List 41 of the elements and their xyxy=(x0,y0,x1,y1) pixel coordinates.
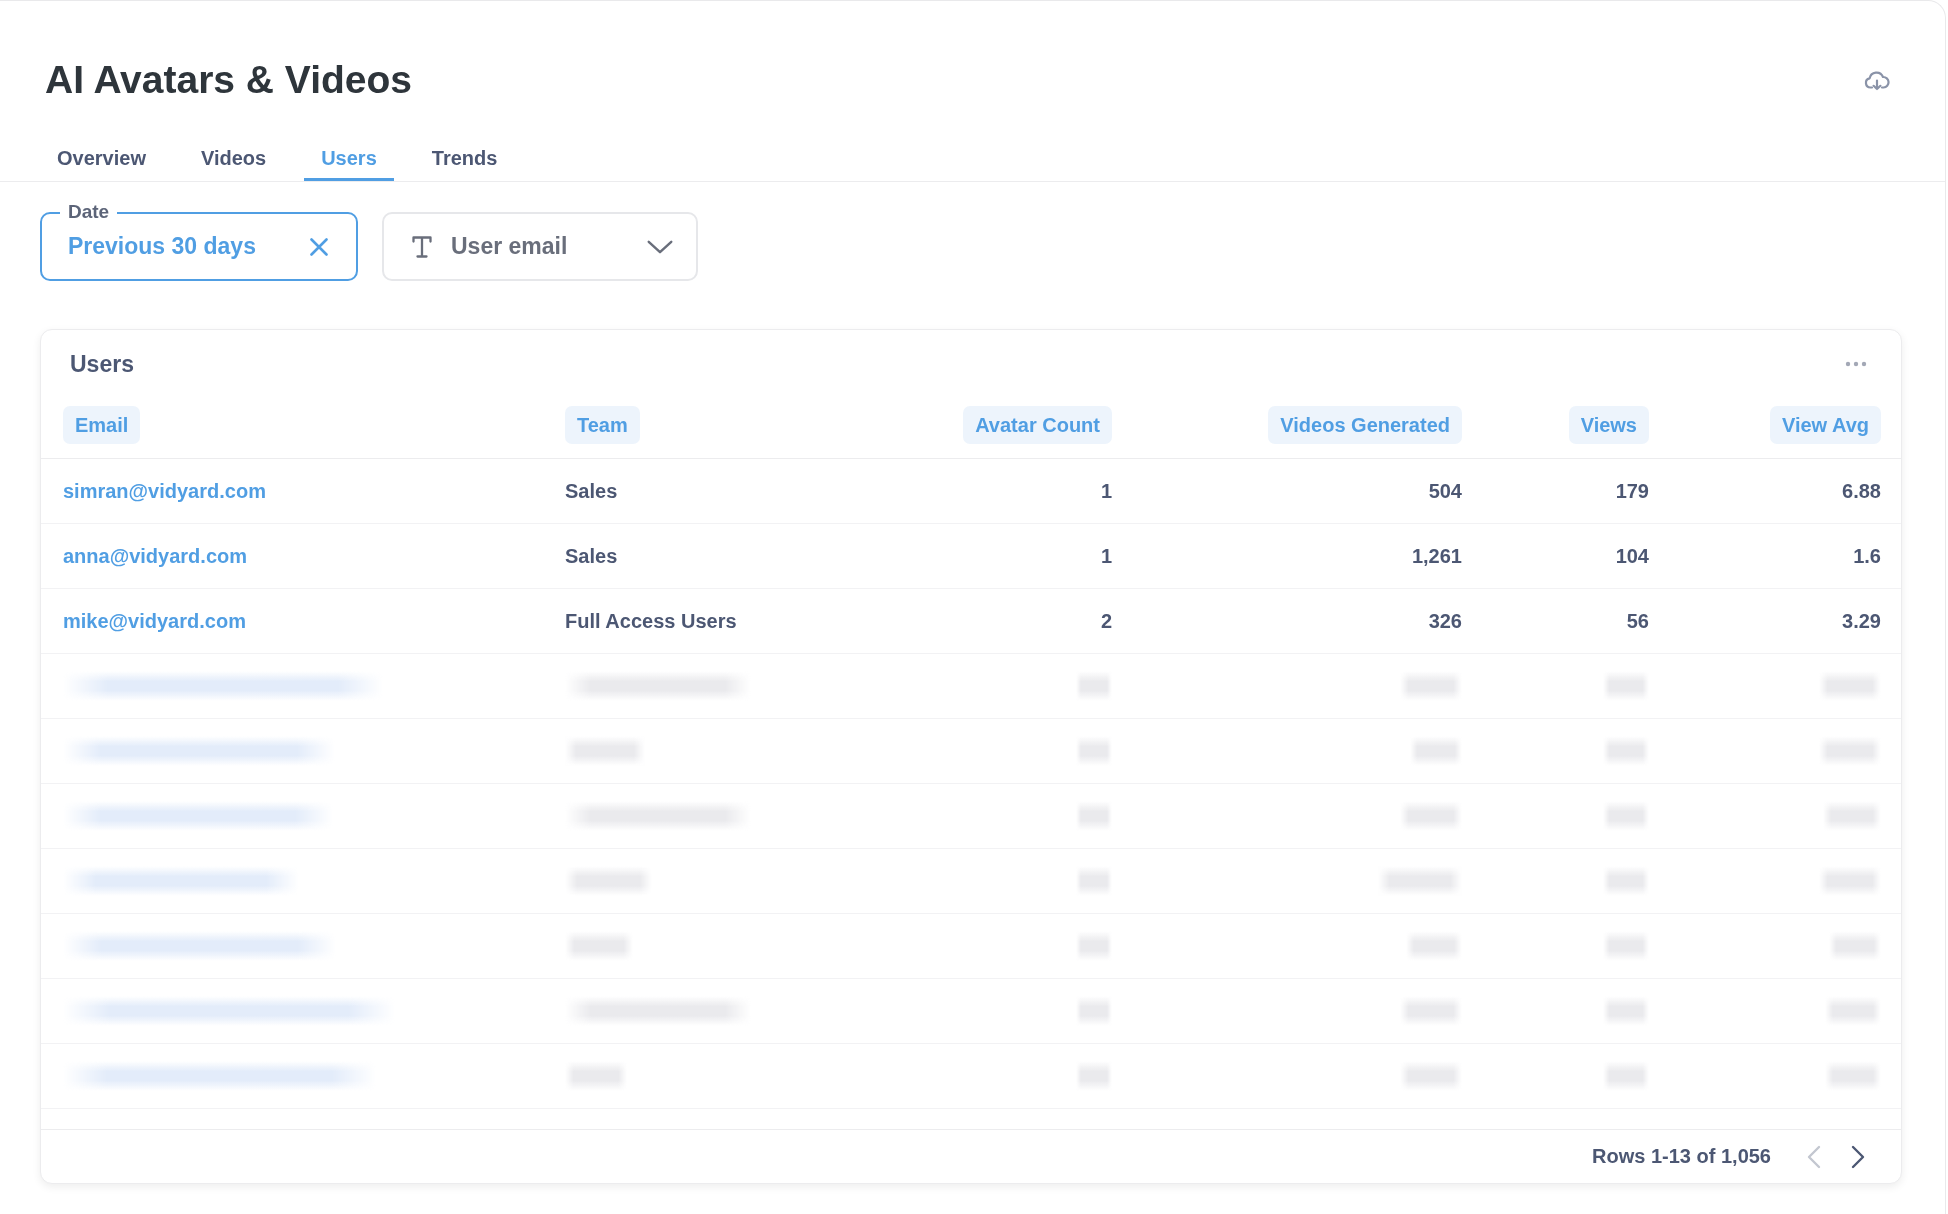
chevron-down-icon xyxy=(647,239,673,254)
column-header[interactable]: Team xyxy=(565,406,640,444)
table-cell: Sales xyxy=(565,544,618,568)
pagination-label: Rows 1-13 of 1,056 xyxy=(1592,1145,1771,1168)
table-cell: 179 xyxy=(1615,479,1649,503)
cloud-download-icon[interactable] xyxy=(1864,69,1890,91)
tab[interactable]: Users xyxy=(304,138,394,181)
table-cell: 2 xyxy=(1100,609,1112,633)
table-cell: Full Access Users xyxy=(565,609,737,633)
table-cell: 56 xyxy=(1626,609,1649,633)
table-cell: 504 xyxy=(1428,479,1462,503)
close-icon xyxy=(310,237,328,256)
table-cell: Sales xyxy=(565,479,618,503)
column-header[interactable]: Email xyxy=(63,406,141,444)
column-header[interactable]: Videos Generated xyxy=(1268,406,1462,444)
table-cell: 104 xyxy=(1615,544,1649,568)
table-cell: 1 xyxy=(1100,479,1112,503)
table-cell: 326 xyxy=(1428,609,1462,633)
column-header[interactable]: View Avg xyxy=(1769,406,1881,444)
chevron-left-icon xyxy=(1807,1144,1821,1169)
email-link[interactable]: simran@vidyard.com xyxy=(63,479,266,503)
card-title: Users xyxy=(70,350,134,378)
email-link[interactable]: mike@vidyard.com xyxy=(63,609,246,633)
chevron-right-icon xyxy=(1851,1144,1865,1169)
filter-value: Previous 30 days xyxy=(68,233,257,260)
table-cell: 3.29 xyxy=(1842,609,1881,633)
column-header[interactable]: Avatar Count xyxy=(963,406,1112,444)
table-cell: 1 xyxy=(1100,544,1112,568)
tab[interactable]: Videos xyxy=(183,138,284,181)
clear-button[interactable] xyxy=(310,237,328,256)
tab[interactable]: Trends xyxy=(414,138,515,181)
table-cell: 6.88 xyxy=(1842,479,1881,503)
more-icon[interactable] xyxy=(1845,361,1867,367)
table-cell: 1,261 xyxy=(1411,544,1462,568)
page-title: AI Avatars & Videos xyxy=(45,57,413,103)
column-header[interactable]: Views xyxy=(1568,406,1649,444)
user-email-filter[interactable]: User email xyxy=(382,212,698,281)
email-link[interactable]: anna@vidyard.com xyxy=(63,544,247,568)
tab[interactable]: Overview xyxy=(40,138,163,181)
text-type-icon xyxy=(412,235,432,258)
table-cell: 1.6 xyxy=(1853,544,1881,568)
